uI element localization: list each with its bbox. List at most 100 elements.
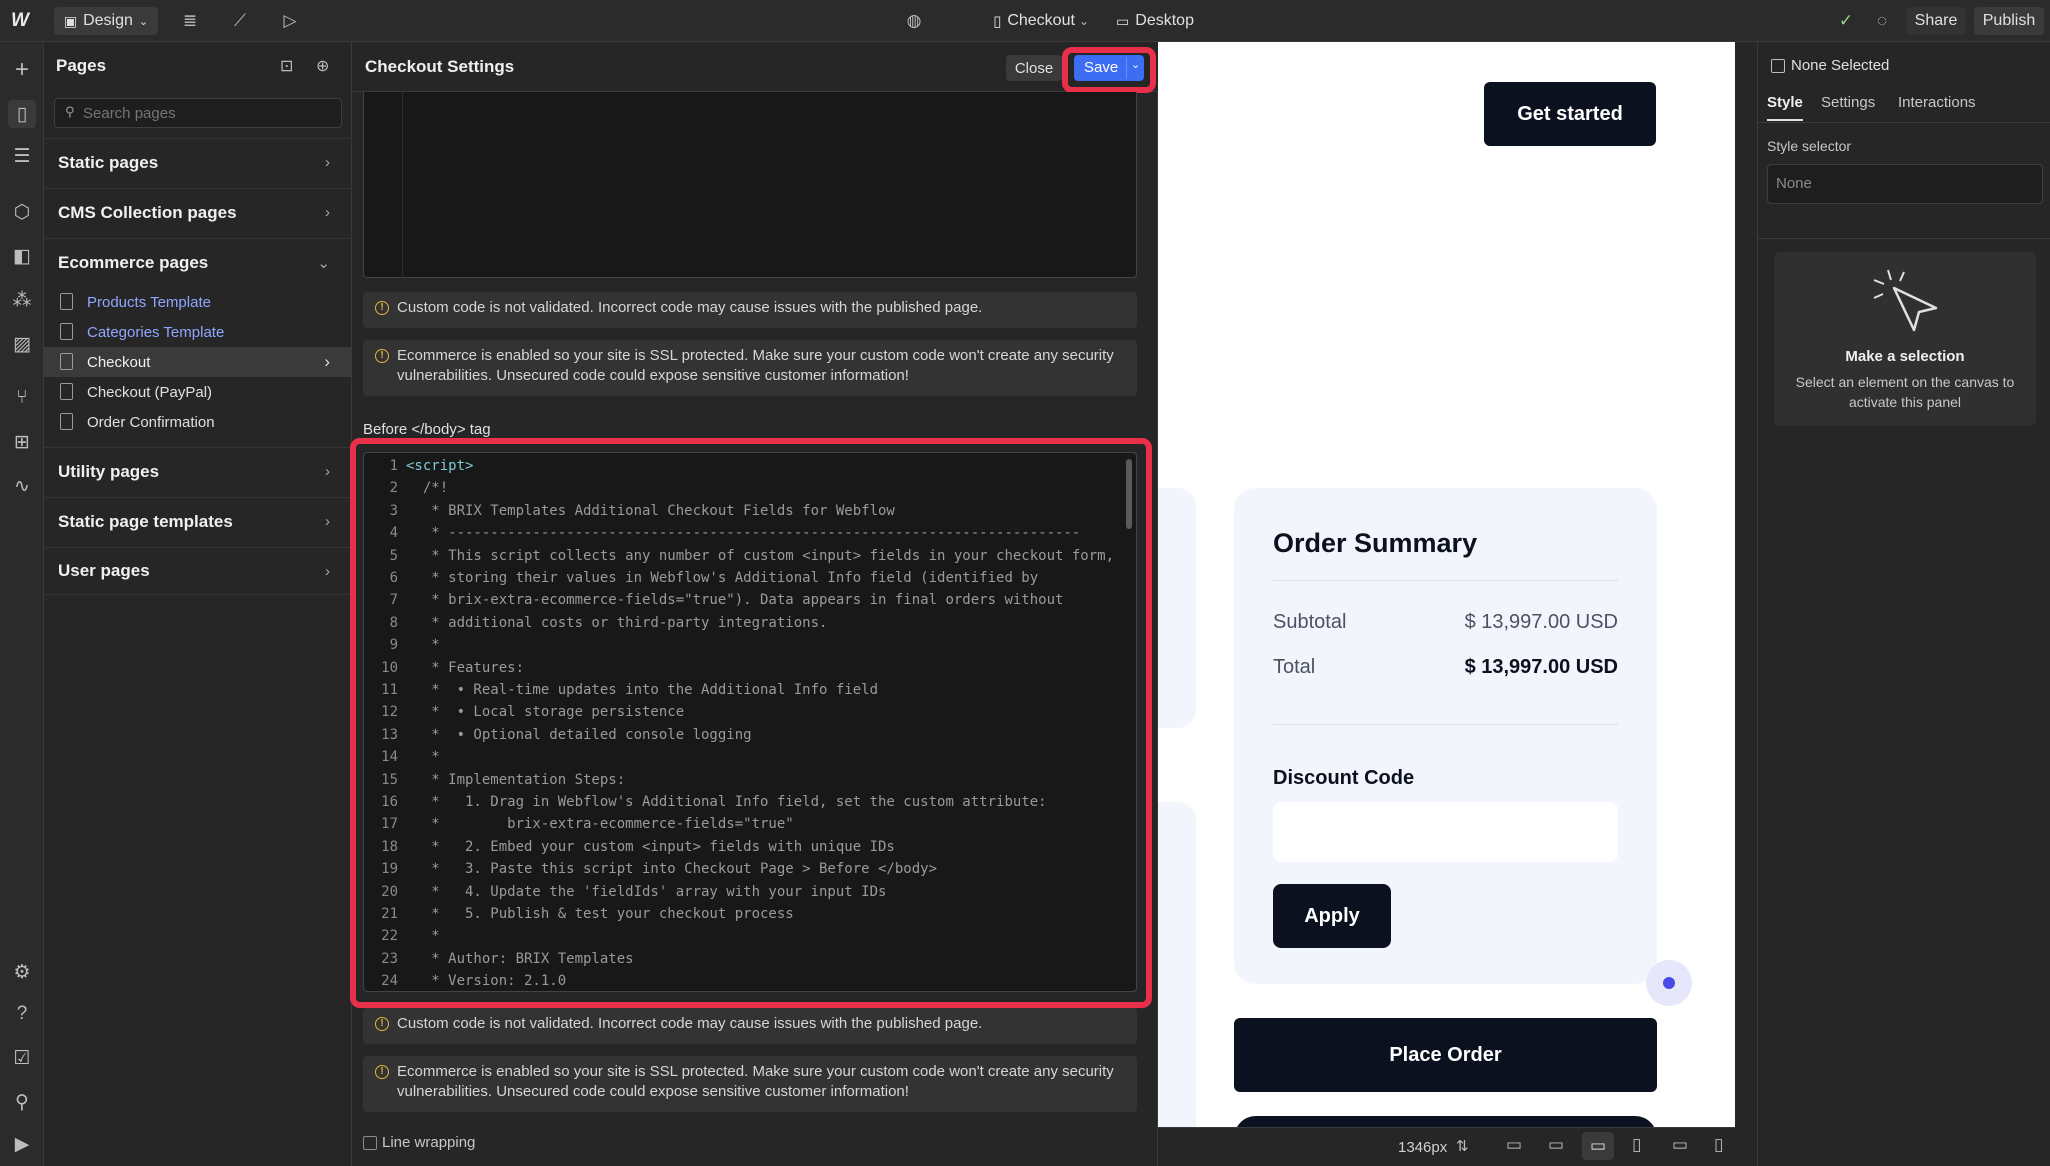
comments-icon[interactable]: ◌ <box>1870 9 1894 33</box>
page-doc-icon <box>60 383 73 400</box>
page-item-label: Order Confirmation <box>87 413 215 431</box>
logic-icon[interactable]: ⑂ <box>8 384 36 412</box>
close-label: Close <box>1014 59 1054 77</box>
pages-icon[interactable]: ▯ <box>8 100 36 128</box>
section-static-templates-label: Static page templates <box>58 511 233 531</box>
desktop-icon[interactable]: ▭ <box>1548 1135 1564 1155</box>
background-shape <box>1158 488 1196 728</box>
page-item-order-confirmation[interactable]: Order Confirmation <box>44 407 352 437</box>
divider <box>1758 238 2050 239</box>
chevron-down-icon: ⌄ <box>317 254 330 272</box>
warning-ssl-top: ! Ecommerce is enabled so your site is S… <box>363 340 1137 396</box>
mobile-portrait-icon[interactable]: ▯ <box>1714 1135 1723 1155</box>
components-icon[interactable]: ⬡ <box>8 198 36 226</box>
style-selector-input[interactable]: None <box>1767 164 2043 204</box>
search-pages-field[interactable]: ⚲ <box>54 98 342 128</box>
settings-gear-icon[interactable]: ⚙ <box>8 958 36 986</box>
audits-icon[interactable]: ∿ <box>8 472 36 500</box>
section-ecommerce-pages[interactable]: Ecommerce pages ⌄ <box>44 238 352 286</box>
settings-title: Checkout Settings <box>365 57 515 76</box>
warning-text: Custom code is not validated. Incorrect … <box>397 1015 983 1032</box>
subtotal-label: Subtotal <box>1273 611 1347 633</box>
background-shape <box>1158 802 1196 1127</box>
head-code-editor[interactable] <box>363 92 1137 278</box>
tasks-check-icon[interactable]: ☑ <box>8 1044 36 1072</box>
page-item-products-template[interactable]: Products Template <box>44 287 352 317</box>
search-icon[interactable]: ⚲ <box>8 1088 36 1116</box>
discount-code-input[interactable] <box>1273 802 1618 862</box>
search-pages-icon: ⚲ <box>65 104 75 119</box>
next-button-partial[interactable] <box>1234 1116 1657 1127</box>
styles-icon[interactable]: ◧ <box>8 242 36 270</box>
page-chevron-down-icon[interactable]: ⌄ <box>1072 9 1096 33</box>
place-order-button[interactable]: Place Order <box>1234 1018 1657 1092</box>
publish-button[interactable]: Publish <box>1974 7 2044 35</box>
tab-settings[interactable]: Settings <box>1821 94 1875 111</box>
analytics-icon[interactable]: ⟋ <box>228 9 252 33</box>
line-wrapping-checkbox[interactable] <box>363 1136 377 1150</box>
design-mode-dropdown[interactable]: ▣ Design ⌄ <box>54 7 158 35</box>
mobile-landscape-icon[interactable]: ▭ <box>1672 1135 1688 1155</box>
code-highlight-box <box>350 438 1152 1008</box>
divider <box>1273 724 1618 725</box>
globe-icon[interactable]: ◍ <box>902 9 926 33</box>
chat-bubble[interactable] <box>1646 960 1692 1006</box>
navigator-icon[interactable]: ☰ <box>8 142 36 170</box>
total-label: Total <box>1273 656 1316 678</box>
assets-icon[interactable]: ▨ <box>8 330 36 358</box>
chevron-right-icon: › <box>325 463 330 480</box>
help-icon[interactable]: ? <box>8 1000 36 1028</box>
section-user-pages[interactable]: User pages › <box>44 547 352 595</box>
discount-code-title: Discount Code <box>1273 767 1415 789</box>
section-static-templates[interactable]: Static page templates › <box>44 497 352 545</box>
pages-panel: Pages ⊡ ⊕ ⚲ Static pages › CMS Collectio… <box>44 42 352 1166</box>
check-icon[interactable]: ✓ <box>1834 9 1858 33</box>
section-static-pages[interactable]: Static pages › <box>44 138 352 186</box>
get-started-button[interactable]: Get started <box>1484 82 1656 146</box>
new-folder-icon[interactable]: ⊡ <box>280 56 293 76</box>
warning-icon: ! <box>375 349 389 363</box>
tab-style[interactable]: Style <box>1767 94 1803 121</box>
page-item-categories-template[interactable]: Categories Template <box>44 317 352 347</box>
apply-button[interactable]: Apply <box>1273 884 1391 948</box>
video-icon[interactable]: ▶ <box>8 1130 36 1158</box>
large-desktop-icon[interactable]: ▭ <box>1506 1135 1522 1155</box>
variables-icon[interactable]: ⁂ <box>8 286 36 314</box>
close-button[interactable]: Close <box>1006 55 1062 81</box>
tablet-icon[interactable]: ▯ <box>1632 1135 1641 1155</box>
share-label: Share <box>1914 12 1958 29</box>
page-item-checkout[interactable]: Checkout › <box>44 347 352 377</box>
base-breakpoint-icon[interactable]: ▭ <box>1582 1132 1614 1160</box>
breakpoint-selector[interactable]: ▭ Desktop <box>1112 7 1198 35</box>
chevron-right-icon: › <box>325 204 330 221</box>
design-canvas[interactable]: Get started Order Summary Subtotal $ 13,… <box>1158 42 1735 1127</box>
new-page-icon[interactable]: ⊕ <box>316 56 329 76</box>
page-item-label: Checkout <box>87 353 151 371</box>
cms-database-icon[interactable]: ≣ <box>178 9 202 33</box>
top-bar: W ▣ Design ⌄ ≣ ⟋ ▷ ◍ ▯ Checkout ⌄ ▭ Desk… <box>0 0 2050 42</box>
preview-play-icon[interactable]: ▷ <box>278 9 302 33</box>
section-user-pages-label: User pages <box>58 561 150 580</box>
width-adjust-icon[interactable]: ⇅ <box>1456 1137 1469 1155</box>
tab-interactions[interactable]: Interactions <box>1898 94 1976 111</box>
add-icon[interactable]: + <box>8 56 36 84</box>
empty-selection-card: Make a selection Select an element on th… <box>1774 252 2036 426</box>
section-cms-pages[interactable]: CMS Collection pages › <box>44 188 352 236</box>
webflow-logo-icon[interactable]: W <box>8 9 32 33</box>
apps-icon[interactable]: ⊞ <box>8 428 36 456</box>
order-summary-card: Order Summary Subtotal $ 13,997.00 USD T… <box>1234 488 1657 984</box>
order-summary-title: Order Summary <box>1273 528 1478 558</box>
publish-label: Publish <box>1982 12 2036 29</box>
pages-title: Pages <box>56 56 107 75</box>
page-settings-chevron-icon[interactable]: › <box>324 352 330 372</box>
style-panel: None Selected Style Settings Interaction… <box>1757 42 2050 1166</box>
style-selector-label: Style selector <box>1767 138 1852 154</box>
section-utility-pages-label: Utility pages <box>58 461 160 481</box>
share-button[interactable]: Share <box>1906 7 1966 35</box>
style-selector-placeholder: None <box>1776 175 1812 192</box>
search-pages-input[interactable] <box>83 102 333 124</box>
page-item-checkout-paypal[interactable]: Checkout (PayPal) <box>44 377 352 407</box>
line-wrapping-label: Line wrapping <box>382 1134 476 1151</box>
page-item-label: Products Template <box>87 293 211 311</box>
section-utility-pages[interactable]: Utility pages › <box>44 447 352 495</box>
